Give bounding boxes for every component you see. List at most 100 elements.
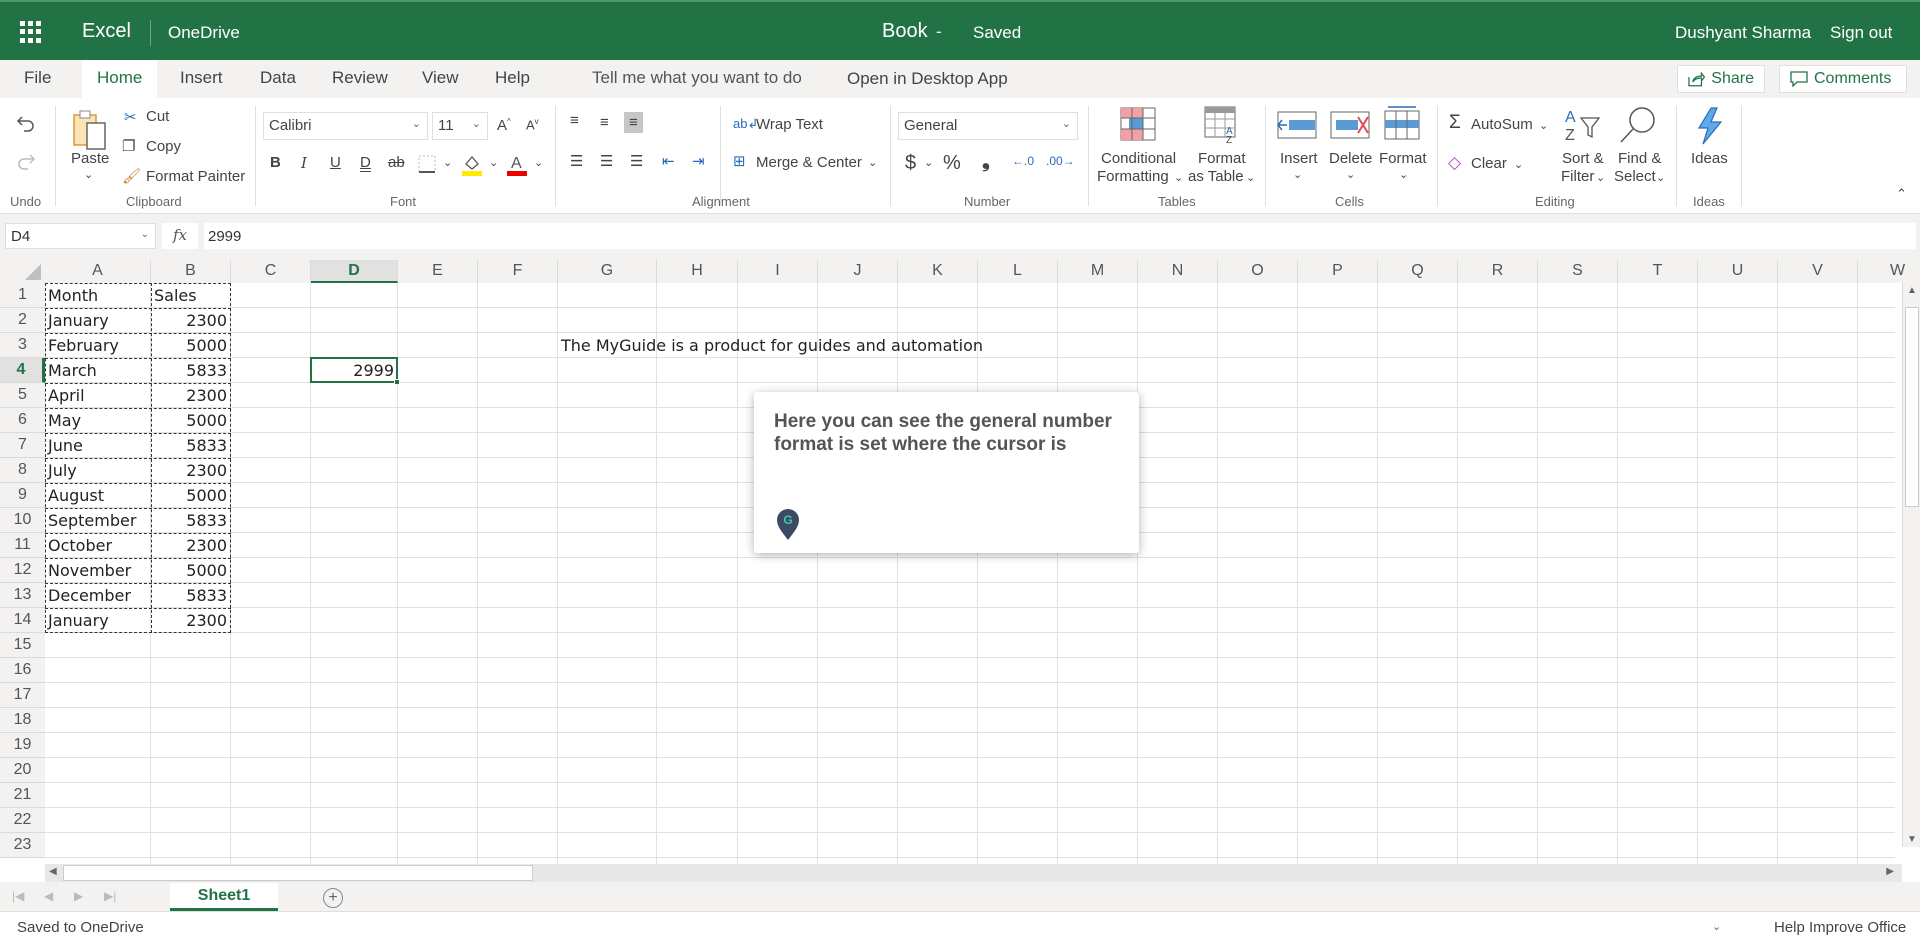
cell-a14[interactable]: January <box>45 608 112 633</box>
row-header-4[interactable]: 4 <box>0 358 45 383</box>
cell-b5[interactable]: 2300 <box>151 383 231 408</box>
row-header-16[interactable]: 16 <box>0 658 45 683</box>
cell-a9[interactable]: August <box>45 483 107 508</box>
paste-icon[interactable] <box>70 108 110 152</box>
font-size-select[interactable]: 11 ⌄ <box>432 112 488 140</box>
autosum-button[interactable]: AutoSum <box>1471 116 1533 133</box>
cell-b10[interactable]: 5833 <box>151 508 231 533</box>
shrink-font-icon[interactable]: Av <box>526 117 539 132</box>
increase-decimal-icon[interactable]: ←.0 <box>1012 154 1034 168</box>
align-middle-icon[interactable]: ≡ <box>600 114 609 131</box>
user-name[interactable]: Dushyant Sharma <box>1675 23 1811 43</box>
cell-b11[interactable]: 2300 <box>151 533 231 558</box>
align-top-icon[interactable]: ≡ <box>570 112 579 129</box>
row-header-9[interactable]: 9 <box>0 483 45 508</box>
column-header-k[interactable]: K <box>898 260 978 283</box>
scroll-down-icon[interactable]: ▼ <box>1907 834 1917 845</box>
currency-button[interactable]: $ <box>905 152 916 175</box>
borders-icon[interactable] <box>417 154 437 174</box>
column-header-a[interactable]: A <box>45 260 151 283</box>
redo-icon[interactable] <box>14 150 38 174</box>
cell-b2[interactable]: 2300 <box>151 308 231 333</box>
column-header-j[interactable]: J <box>818 260 898 283</box>
column-header-w[interactable]: W <box>1858 260 1920 283</box>
cell-a7[interactable]: June <box>45 433 86 458</box>
comma-style-button[interactable]: ❟ <box>982 150 990 173</box>
row-header-14[interactable]: 14 <box>0 608 45 633</box>
align-bottom-icon[interactable]: ≡ <box>624 112 643 133</box>
merge-center-button[interactable]: Merge & Center <box>756 154 862 171</box>
row-header-11[interactable]: 11 <box>0 533 45 558</box>
cell-b12[interactable]: 5000 <box>151 558 231 583</box>
status-dropdown-icon[interactable]: ⌄ <box>1712 920 1721 933</box>
conditional-formatting-button[interactable]: Conditional <box>1101 150 1176 167</box>
font-color-dropdown-icon[interactable]: ⌄ <box>534 156 543 169</box>
conditional-dropdown-icon[interactable]: ⌄ <box>1174 171 1183 184</box>
scroll-left-icon[interactable]: ◀ <box>49 866 57 877</box>
conditional-formatting-icon[interactable] <box>1120 106 1156 142</box>
find-select-button[interactable]: Find & <box>1618 150 1661 167</box>
insert-cells-icon[interactable] <box>1277 110 1317 140</box>
insert-function-button[interactable]: fx <box>162 223 198 249</box>
cell-a1[interactable]: Month <box>45 283 101 308</box>
align-center-icon[interactable]: ☰ <box>600 152 613 170</box>
sort-filter-label-2[interactable]: Filter <box>1561 168 1594 185</box>
row-header-8[interactable]: 8 <box>0 458 45 483</box>
bold-button[interactable]: B <box>270 154 281 171</box>
percent-button[interactable]: % <box>943 152 961 175</box>
format-as-table-label-2[interactable]: as Table <box>1188 168 1244 185</box>
sort-dropdown-icon[interactable]: ⌄ <box>1596 171 1605 184</box>
cell-a3[interactable]: February <box>45 333 122 358</box>
italic-button[interactable]: I <box>301 154 307 172</box>
cell-a2[interactable]: January <box>45 308 112 333</box>
align-left-icon[interactable]: ☰ <box>570 152 583 170</box>
first-sheet-icon[interactable]: |◀ <box>12 889 24 903</box>
cell-b8[interactable]: 2300 <box>151 458 231 483</box>
row-header-21[interactable]: 21 <box>0 783 45 808</box>
cell-a13[interactable]: December <box>45 583 134 608</box>
row-header-7[interactable]: 7 <box>0 433 45 458</box>
cell-b1[interactable]: Sales <box>151 283 200 308</box>
cell-a6[interactable]: May <box>45 408 84 433</box>
row-header-3[interactable]: 3 <box>0 333 45 358</box>
cell-a4[interactable]: March <box>45 358 100 383</box>
format-painter-button[interactable]: Format Painter <box>146 168 245 185</box>
row-header-6[interactable]: 6 <box>0 408 45 433</box>
cell-b14[interactable]: 2300 <box>151 608 231 633</box>
number-format-select[interactable]: General ⌄ <box>898 112 1078 140</box>
row-header-18[interactable]: 18 <box>0 708 45 733</box>
column-header-t[interactable]: T <box>1618 260 1698 283</box>
clear-dropdown-icon[interactable]: ⌄ <box>1514 158 1523 171</box>
borders-dropdown-icon[interactable]: ⌄ <box>443 156 452 169</box>
grow-font-icon[interactable]: A^ <box>497 117 511 134</box>
wrap-text-button[interactable]: Wrap Text <box>756 116 823 133</box>
cell-b4[interactable]: 5833 <box>151 358 231 383</box>
share-button[interactable]: Share <box>1677 65 1765 93</box>
add-sheet-icon[interactable]: + <box>323 888 343 908</box>
fill-color-dropdown-icon[interactable]: ⌄ <box>489 156 498 169</box>
tab-help[interactable]: Help <box>495 68 530 88</box>
font-color-icon[interactable]: A <box>506 152 528 176</box>
document-title[interactable]: Book <box>882 20 928 43</box>
cell-g3[interactable]: The MyGuide is a product for guides and … <box>558 333 986 358</box>
row-header-5[interactable]: 5 <box>0 383 45 408</box>
name-box[interactable]: D4 ⌄ <box>5 223 156 249</box>
delete-cells-icon[interactable] <box>1330 110 1370 140</box>
last-sheet-icon[interactable]: ▶| <box>104 889 116 903</box>
column-header-h[interactable]: H <box>657 260 738 283</box>
onedrive-link[interactable]: OneDrive <box>168 23 240 43</box>
sheet-tab-sheet1[interactable]: Sheet1 <box>170 883 278 911</box>
horizontal-scrollbar[interactable]: ◀ ▶ <box>45 864 1902 882</box>
vertical-scroll-thumb[interactable] <box>1905 307 1919 507</box>
format-as-table-icon[interactable]: AZ <box>1204 106 1240 144</box>
column-header-g[interactable]: G <box>558 260 657 283</box>
row-header-17[interactable]: 17 <box>0 683 45 708</box>
row-header-1[interactable]: 1 <box>0 283 45 308</box>
format-cells-button[interactable]: Format <box>1379 150 1427 167</box>
column-header-l[interactable]: L <box>978 260 1058 283</box>
column-header-u[interactable]: U <box>1698 260 1778 283</box>
column-header-v[interactable]: V <box>1778 260 1858 283</box>
column-header-r[interactable]: R <box>1458 260 1538 283</box>
sign-out-link[interactable]: Sign out <box>1830 23 1892 43</box>
decrease-decimal-icon[interactable]: .00→ <box>1046 154 1075 168</box>
